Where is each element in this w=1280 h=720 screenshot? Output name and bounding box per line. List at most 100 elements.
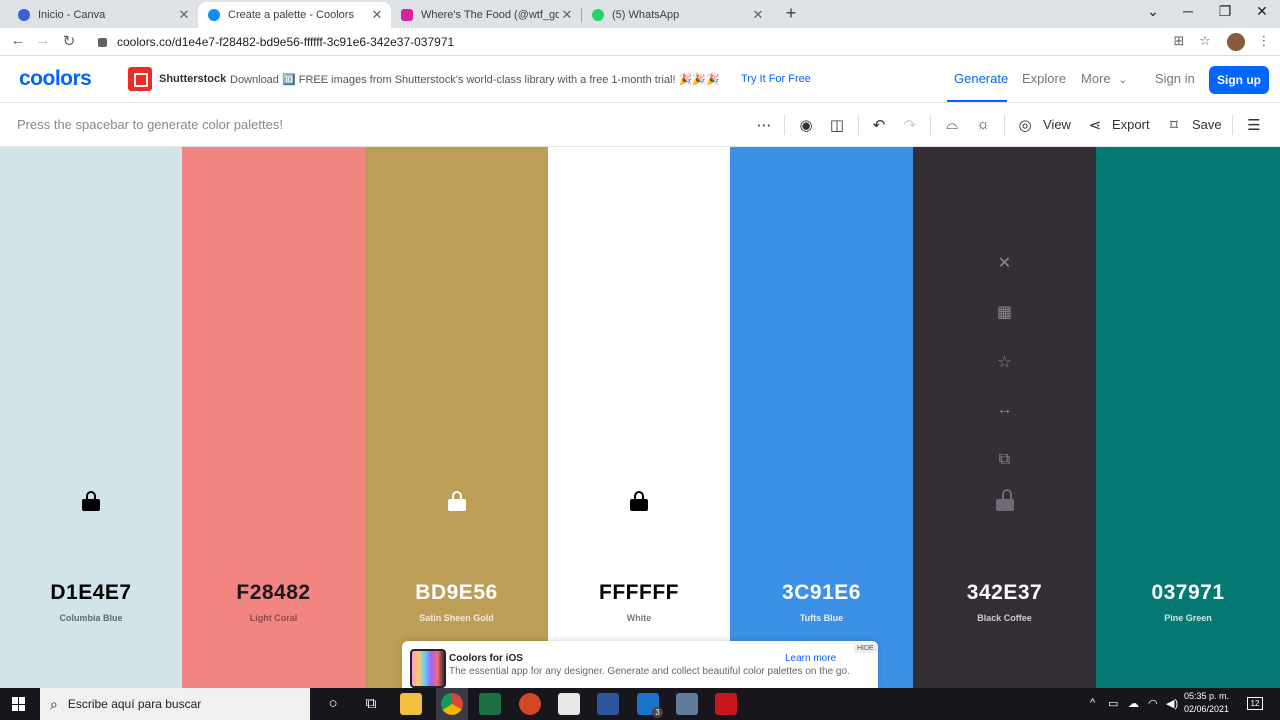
profile-avatar[interactable]: [1227, 33, 1245, 51]
chrome-icon[interactable]: [441, 693, 463, 715]
taskbar-clock[interactable]: 05:35 p. m. 02/06/2021: [1184, 690, 1229, 716]
sponsor-cta-link[interactable]: Try It For Free: [741, 73, 811, 85]
hex-code[interactable]: F28482: [182, 581, 365, 605]
remove-color-icon[interactable]: ✕: [913, 253, 1096, 273]
browser-tab-whatsapp[interactable]: (5) WhatsApp ✕: [582, 2, 772, 28]
taskbar-search[interactable]: ⌕ Escribe aquí para buscar: [40, 688, 310, 720]
learn-more-link[interactable]: Learn more: [785, 653, 836, 664]
tab-search-icon[interactable]: ⌄: [1140, 3, 1166, 20]
browser-tab-coolors[interactable]: Create a palette - Coolors ✕: [198, 2, 391, 28]
word-icon[interactable]: [597, 693, 619, 715]
store-icon[interactable]: [558, 693, 580, 715]
hex-code[interactable]: 037971: [1096, 581, 1280, 605]
calculator-icon[interactable]: [676, 693, 698, 715]
view-button[interactable]: View: [1043, 117, 1071, 132]
color-swatch[interactable]: D1E4E7 Columbia Blue: [0, 147, 182, 688]
notification-center-icon[interactable]: 12: [1247, 697, 1263, 710]
layout-panel-icon[interactable]: ◫: [827, 116, 847, 134]
favorite-star-icon[interactable]: ☆: [913, 352, 1096, 372]
coolors-logo[interactable]: coolors: [19, 67, 92, 91]
new-tab-button[interactable]: +: [781, 3, 801, 24]
color-name[interactable]: Light Coral: [182, 613, 365, 623]
color-name[interactable]: Pine Green: [1096, 613, 1280, 623]
color-name[interactable]: Black Coffee: [913, 613, 1096, 623]
nav-generate[interactable]: Generate: [954, 71, 1008, 86]
color-name[interactable]: Tufts Blue: [730, 613, 913, 623]
reload-icon[interactable]: ↻: [59, 32, 79, 50]
color-swatch[interactable]: FFFFFF White: [548, 147, 730, 688]
share-icon[interactable]: ⋖: [1085, 116, 1105, 134]
save-button[interactable]: Save: [1192, 117, 1222, 132]
address-bar[interactable]: coolors.co/d1e4e7-f28482-bd9e56-ffffff-3…: [88, 31, 1163, 53]
close-tab-icon[interactable]: ✕: [559, 7, 575, 23]
color-name[interactable]: Columbia Blue: [0, 613, 182, 623]
close-window-button[interactable]: ✕: [1249, 3, 1275, 20]
mail-icon[interactable]: 3: [637, 693, 663, 718]
lock-icon[interactable]: [548, 491, 730, 513]
bookmark-icon[interactable]: ⌑: [1164, 116, 1184, 134]
color-swatch[interactable]: ✕ ▦ ☆ ↔ ⧉ 342E37 Black Coffee: [913, 147, 1096, 688]
hex-code[interactable]: D1E4E7: [0, 581, 182, 605]
hide-promo-button[interactable]: HIDE: [854, 644, 877, 653]
unlock-icon[interactable]: [1096, 491, 1280, 513]
powerpoint-icon[interactable]: [519, 693, 541, 715]
drag-arrows-icon[interactable]: ↔: [913, 401, 1096, 419]
unlock-icon[interactable]: [730, 491, 913, 513]
close-tab-icon[interactable]: ✕: [750, 7, 766, 23]
translate-icon[interactable]: ⊞: [1170, 33, 1188, 49]
shades-grid-icon[interactable]: ▦: [913, 302, 1096, 322]
wifi-icon[interactable]: ◠: [1148, 697, 1158, 710]
color-name[interactable]: White: [548, 613, 730, 623]
excel-icon[interactable]: [479, 693, 501, 715]
close-tab-icon[interactable]: ✕: [176, 7, 192, 23]
sun-icon[interactable]: ☼: [973, 116, 993, 133]
sign-up-button[interactable]: Sign up: [1209, 66, 1269, 94]
browser-tab-canva[interactable]: Inicio - Canva ✕: [8, 2, 198, 28]
lock-icon[interactable]: [365, 491, 548, 513]
color-swatch[interactable]: F28482 Light Coral: [182, 147, 365, 688]
close-tab-icon[interactable]: ✕: [369, 7, 385, 23]
color-swatch[interactable]: 3C91E6 Tufts Blue: [730, 147, 913, 688]
lock-icon[interactable]: [0, 491, 182, 513]
onedrive-icon[interactable]: ☁: [1128, 697, 1139, 710]
browser-tab-instagram[interactable]: Where's The Food (@wtf_gdl) • F ✕: [391, 2, 581, 28]
glasses-icon[interactable]: ⌓: [942, 116, 962, 133]
cortana-icon[interactable]: ○: [322, 695, 344, 712]
file-explorer-icon[interactable]: [400, 693, 422, 715]
restore-button[interactable]: ❐: [1212, 3, 1238, 20]
copy-hex-icon[interactable]: ⧉: [913, 451, 1096, 469]
redo-icon[interactable]: ↷: [900, 116, 920, 134]
tray-chevron-icon[interactable]: ^: [1090, 697, 1095, 709]
unlock-icon[interactable]: [182, 491, 365, 513]
battery-icon[interactable]: ▭: [1108, 697, 1118, 710]
menu-kebab-icon[interactable]: ⋮: [1255, 33, 1273, 49]
undo-icon[interactable]: ↶: [869, 116, 889, 134]
sponsor-name[interactable]: Shutterstock: [159, 73, 226, 85]
hamburger-menu-icon[interactable]: ☰: [1244, 116, 1264, 134]
nav-explore[interactable]: Explore: [1022, 71, 1066, 86]
hex-code[interactable]: BD9E56: [365, 581, 548, 605]
nav-sign-in[interactable]: Sign in: [1155, 71, 1195, 86]
camera-icon[interactable]: ◉: [796, 116, 816, 134]
export-button[interactable]: Export: [1112, 117, 1150, 132]
hex-code[interactable]: FFFFFF: [548, 581, 730, 605]
volume-icon[interactable]: ◀): [1166, 697, 1178, 710]
notification-count: 12: [1250, 699, 1260, 708]
minimize-button[interactable]: ─: [1175, 3, 1201, 19]
hex-code[interactable]: 342E37: [913, 581, 1096, 605]
color-name[interactable]: Satin Sheen Gold: [365, 613, 548, 623]
eye-icon[interactable]: ◎: [1015, 116, 1035, 134]
forward-arrow-icon[interactable]: →: [33, 32, 53, 49]
bookmark-star-icon[interactable]: ☆: [1196, 33, 1214, 49]
color-swatch[interactable]: BD9E56 Satin Sheen Gold: [365, 147, 548, 688]
windows-start-icon[interactable]: [12, 697, 26, 711]
nav-more[interactable]: More ⌄: [1081, 71, 1127, 86]
unlock-icon[interactable]: [913, 489, 1096, 513]
more-options-icon[interactable]: ⋯: [754, 116, 774, 134]
shutterstock-logo-icon[interactable]: [128, 67, 152, 91]
hex-code[interactable]: 3C91E6: [730, 581, 913, 605]
acrobat-icon[interactable]: [715, 693, 737, 715]
task-view-icon[interactable]: ⧉: [360, 695, 382, 712]
color-swatch[interactable]: 037971 Pine Green: [1096, 147, 1280, 688]
back-arrow-icon[interactable]: ←: [8, 32, 28, 49]
